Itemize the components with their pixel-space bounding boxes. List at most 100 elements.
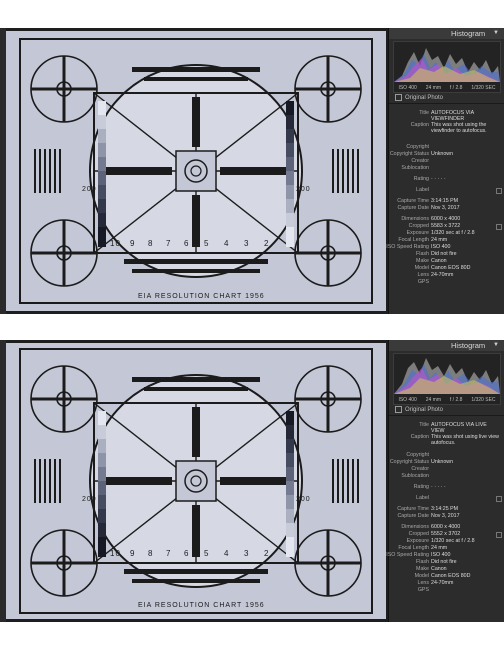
meta-row-exposure[interactable]: Exposure 1/320 sec at f / 2.8 [389,230,504,237]
meta-row-capture-time[interactable]: Capture Time 3:14:15 PM [389,198,504,205]
meta-key: Capture Date [397,205,429,211]
hist-focal: 24 mm [425,396,441,403]
meta-key: Sublocation [401,473,429,479]
meta-row-rating[interactable]: Rating · · · · · [389,484,504,491]
meta-key: ISO Speed Rating [386,552,429,558]
gray-scale-right [286,411,294,557]
meta-key: Focal Length [398,545,429,551]
meta-row-creator[interactable]: Creator [389,158,504,165]
chart-number-3: 3 [244,239,250,248]
label-box-icon[interactable] [496,188,502,194]
meta-value: Nov 3, 2017 [431,205,460,211]
meta-value: 6000 x 4000 [431,524,461,530]
histogram-header[interactable]: Histogram ▼ [389,340,504,351]
meta-row-make[interactable]: Make Canon [389,566,504,573]
meta-key: Creator [411,466,429,472]
meta-row-title[interactable]: Title AUTOFOCUS VIA VIEWFINDER [389,110,504,122]
chart-number-7: 7 [166,239,172,248]
meta-row-copyright-status[interactable]: Copyright Status Unknown [389,459,504,466]
original-photo-toggle[interactable]: Original Photo [389,405,504,416]
histogram-header[interactable]: Histogram ▼ [389,28,504,39]
meta-key: Exposure [406,538,429,544]
meta-row-dimensions[interactable]: Dimensions 6000 x 4000 [389,524,504,531]
histogram: ISO 400 24 mm f / 2.8 1/320 SEC [393,41,501,93]
meta-value: Canon EOS 80D [431,265,471,271]
chart-number-6: 6 [184,239,190,248]
chart-number-2: 2 [264,549,270,558]
meta-row-make[interactable]: Make Canon [389,258,504,265]
meta-key: Rating [413,484,429,490]
meta-row-dimensions[interactable]: Dimensions 6000 x 4000 [389,216,504,223]
rating-stars[interactable]: · · · · · [431,484,446,491]
chart-number-4: 4 [224,239,230,248]
chart-number-4: 4 [224,549,230,558]
meta-key: Copyright Status [389,459,429,465]
meta-row-lens[interactable]: Lens 24-70mm [389,272,504,279]
meta-key: Model [414,265,429,271]
meta-value: Unknown [431,151,454,157]
meta-key: Dimensions [401,216,429,222]
meta-row-copyright[interactable]: Copyright [389,452,504,459]
meta-row-iso[interactable]: ISO Speed Rating ISO 400 [386,552,504,559]
chart-number-200-left: 200 [82,186,97,193]
meta-key: Label [416,495,429,501]
meta-row-lens[interactable]: Lens 24-70mm [389,580,504,587]
meta-row-focal-length[interactable]: Focal Length 24 mm [389,237,504,244]
meta-row-copyright[interactable]: Copyright [389,144,504,151]
meta-row-gps[interactable]: GPS [389,279,504,286]
histogram-exif: ISO 400 24 mm f / 2.8 1/320 SEC [394,83,500,92]
lightroom-screenshot-live-view: 200 200 10 9 8 7 6 5 4 3 2 EIA RESOLUTIO… [0,340,504,622]
meta-row-flash[interactable]: Flash Did not fire [389,251,504,258]
metadata-list: Title AUTOFOCUS VIA LIVE VIEW Caption This… [386,416,504,594]
meta-key: GPS [417,587,429,593]
meta-row-sublocation[interactable]: Sublocation [389,165,504,172]
meta-value: Unknown [431,459,454,465]
meta-row-gps[interactable]: GPS [389,587,504,594]
meta-row-capture-date[interactable]: Capture Date Nov 3, 2017 [389,513,504,520]
meta-row-iso[interactable]: ISO Speed Rating ISO 400 [386,244,504,251]
meta-row-focal-length[interactable]: Focal Length 24 mm [389,545,504,552]
meta-key: Exposure [406,230,429,236]
meta-value: Canon EOS 80D [431,573,471,579]
meta-row-cropped[interactable]: Cropped 5552 x 3702 [389,531,504,538]
meta-row-exposure[interactable]: Exposure 1/320 sec at f / 2.8 [389,538,504,545]
meta-row-caption[interactable]: Caption This was shot using live view aut… [389,434,504,448]
original-photo-toggle[interactable]: Original Photo [389,93,504,104]
histogram: ISO 400 24 mm f / 2.8 1/320 SEC [393,353,501,405]
meta-row-capture-time[interactable]: Capture Time 3:14:25 PM [389,506,504,513]
meta-value: 24 mm [431,237,448,243]
meta-value: AUTOFOCUS VIA LIVE VIEW [431,422,487,434]
meta-row-title[interactable]: Title AUTOFOCUS VIA LIVE VIEW [389,422,504,434]
meta-key: Capture Time [397,198,429,204]
meta-row-model[interactable]: Model Canon EOS 80D [389,573,504,580]
meta-key: Make [416,258,429,264]
meta-row-flash[interactable]: Flash Did not fire [389,559,504,566]
meta-row-caption[interactable]: Caption This was shot using the viewfinde… [389,122,504,140]
hist-focal: 24 mm [425,84,441,91]
histogram-exif: ISO 400 24 mm f / 2.8 1/320 SEC [394,395,500,404]
meta-row-label[interactable]: Label [389,187,504,194]
label-box-icon[interactable] [496,496,502,502]
info-panel: Histogram ▼ ISO 400 24 mm f / 2.8 1/320 … [386,340,504,622]
collapse-triangle-icon[interactable]: ▼ [493,340,499,351]
hist-shutter: 1/320 SEC [471,84,496,91]
meta-value: Nov 3, 2017 [431,513,460,519]
checkbox-icon[interactable] [395,93,402,101]
rating-stars[interactable]: · · · · · [431,176,446,183]
original-photo-label: Original Photo [405,407,444,413]
meta-row-label[interactable]: Label [389,495,504,502]
meta-key: Model [414,573,429,579]
meta-key: Sublocation [401,165,429,171]
meta-row-cropped[interactable]: Cropped 5583 x 3722 [389,223,504,230]
gray-scale-left [98,101,106,247]
meta-value: Did not fire [431,251,457,257]
meta-row-model[interactable]: Model Canon EOS 80D [389,265,504,272]
collapse-triangle-icon[interactable]: ▼ [493,28,499,39]
meta-row-sublocation[interactable]: Sublocation [389,473,504,480]
checkbox-icon[interactable] [395,405,402,413]
meta-row-copyright-status[interactable]: Copyright Status Unknown [389,151,504,158]
meta-row-rating[interactable]: Rating · · · · · [389,176,504,183]
meta-row-creator[interactable]: Creator [389,466,504,473]
meta-key: Creator [411,158,429,164]
meta-row-capture-date[interactable]: Capture Date Nov 3, 2017 [389,205,504,212]
